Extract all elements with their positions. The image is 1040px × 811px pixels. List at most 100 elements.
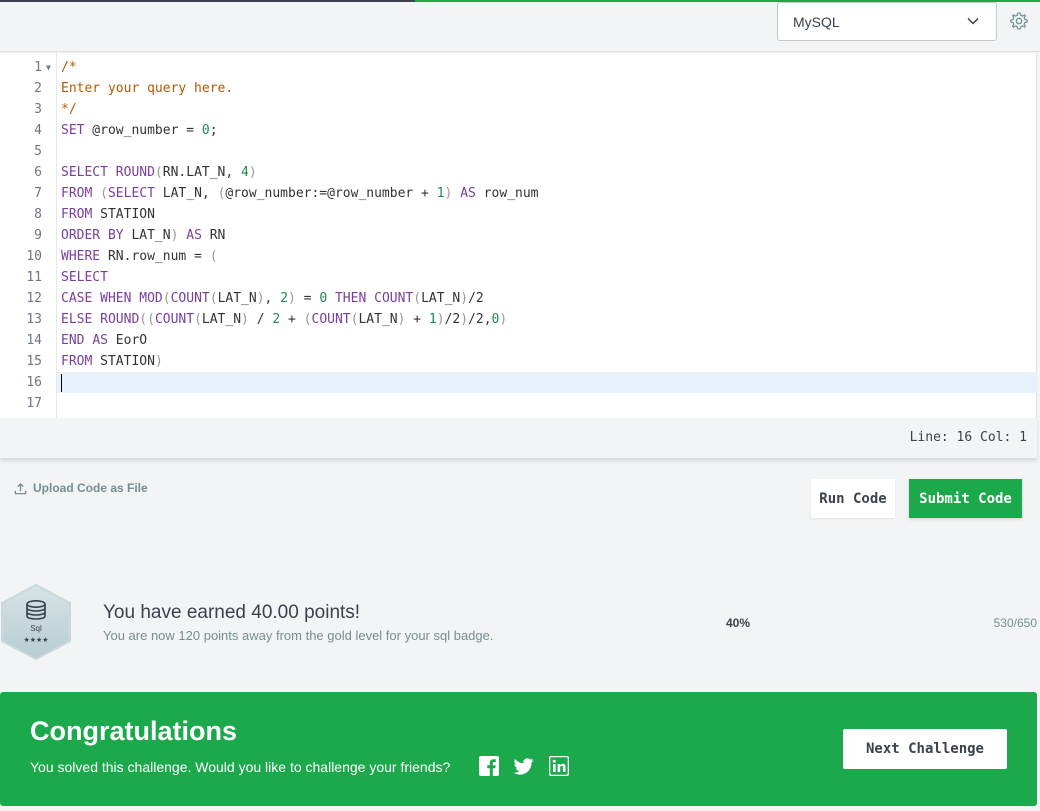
code-token: ; <box>209 123 218 138</box>
code-token: ROUND <box>115 165 155 180</box>
code-line-text: SELECT ROUND(RN.LAT_N, 4) <box>57 165 257 180</box>
line-number: 15 <box>26 354 42 369</box>
code-token: LAT_N <box>217 291 257 306</box>
code-token: ( <box>100 186 108 201</box>
code-token: COUNT <box>170 291 210 306</box>
points-away-subtitle: You are now 120 points away from the gol… <box>103 628 494 643</box>
code-line[interactable]: 17 <box>26 393 1037 414</box>
line-number: 1 <box>34 60 42 75</box>
code-token: / <box>248 312 273 327</box>
line-number: 16 <box>26 375 42 390</box>
code-token: + <box>280 312 304 327</box>
code-token: AS <box>186 228 202 243</box>
code-editor[interactable]: 1 ▼ /* 2 Enter your query here. 3 */ 4 SET @row_… <box>0 53 1037 418</box>
code-token: ORDER BY <box>61 228 124 243</box>
code-token: FROM <box>61 207 93 222</box>
code-token: 1 <box>428 312 437 327</box>
congratulations-banner: Congratulations You solved this challeng… <box>0 692 1037 806</box>
code-token: RN <box>201 228 226 243</box>
submit-code-button[interactable]: Submit Code <box>909 479 1022 518</box>
next-challenge-button[interactable]: Next Challenge <box>843 729 1007 769</box>
code-token: (( <box>139 312 155 327</box>
code-token: ) <box>154 354 163 369</box>
code-token: /2 <box>444 312 461 327</box>
code-token: END <box>61 333 85 348</box>
code-line-text: SELECT <box>57 270 108 285</box>
facebook-icon[interactable] <box>479 756 499 776</box>
code-token: /2 <box>468 291 484 306</box>
code-token: ) <box>460 312 469 327</box>
code-token: ) <box>241 312 249 327</box>
code-token: LAT_N <box>358 312 398 327</box>
code-token: ) <box>288 291 296 306</box>
editor-toolbar: MySQL <box>0 2 1040 52</box>
code-token: SET <box>61 123 85 138</box>
code-token: ) <box>499 312 508 327</box>
code-line-text: CASE WHEN MOD(COUNT(LAT_N), 2) = 0 THEN … <box>57 291 484 306</box>
line-number: 7 <box>34 186 42 201</box>
code-token: ( <box>162 291 171 306</box>
code-line[interactable]: 14 END AS EorO <box>26 330 1037 351</box>
code-token: CASE WHEN <box>61 291 132 306</box>
cursor-position: Line: 16 Col: 1 <box>909 430 1027 445</box>
line-number: 9 <box>34 228 42 243</box>
chevron-down-icon <box>967 17 979 25</box>
line-number: 8 <box>34 207 42 222</box>
code-token: RN.LAT_N, <box>162 165 242 180</box>
language-select[interactable]: MySQL <box>777 2 997 41</box>
code-token: ) <box>460 291 469 306</box>
code-token: SELECT <box>61 270 108 285</box>
code-line[interactable]: 4 SET @row_number = 0; <box>34 120 1037 141</box>
code-line[interactable]: 1 ▼ /* <box>34 57 1037 78</box>
badge-name: Sql <box>30 624 42 633</box>
code-token: Enter your query here. <box>61 81 234 96</box>
line-number: 11 <box>26 270 42 285</box>
code-line[interactable]: 10 WHERE RN.row_num = ( <box>26 246 1037 267</box>
code-token: 0 <box>201 123 210 138</box>
challenge-friends-message: You solved this challenge. Would you lik… <box>30 759 451 775</box>
code-token: ( <box>303 312 312 327</box>
code-line[interactable]: 8 FROM STATION <box>34 204 1037 225</box>
code-line[interactable]: 11 SELECT <box>26 267 1037 288</box>
code-line[interactable]: 7 FROM (SELECT LAT_N, (@row_number:=@row_… <box>34 183 1037 204</box>
code-token: ( <box>154 165 163 180</box>
code-token: WHERE <box>61 249 101 264</box>
gear-icon[interactable] <box>1009 11 1029 31</box>
code-token: LAT_N, <box>154 186 218 201</box>
text-cursor <box>61 373 62 392</box>
code-lines[interactable]: 1 ▼ /* 2 Enter your query here. 3 */ 4 SET @row_… <box>26 57 1037 414</box>
code-line[interactable]: 5 <box>34 141 1037 162</box>
code-line[interactable]: 9 ORDER BY LAT_N) AS RN <box>34 225 1037 246</box>
fold-arrow-icon[interactable]: ▼ <box>46 57 51 78</box>
twitter-icon[interactable] <box>514 756 534 776</box>
congratulations-title: Congratulations <box>30 716 237 746</box>
code-token: COUNT <box>311 312 351 327</box>
code-line[interactable]: 12 CASE WHEN MOD(COUNT(LAT_N), 2) = 0 THE… <box>26 288 1037 309</box>
linkedin-icon[interactable] <box>549 756 569 776</box>
code-line[interactable]: 2 Enter your query here. <box>34 78 1037 99</box>
code-token: /* <box>61 60 77 75</box>
code-token: ( <box>209 291 218 306</box>
code-line[interactable]: 6 SELECT ROUND(RN.LAT_N, 4) <box>34 162 1037 183</box>
line-number: 14 <box>26 333 42 348</box>
code-token: 2 <box>272 312 281 327</box>
code-line[interactable]: 16 <box>26 372 1037 393</box>
code-token: AS <box>460 186 476 201</box>
code-token: FROM <box>61 354 93 369</box>
code-line[interactable]: 15 FROM STATION) <box>26 351 1037 372</box>
code-token: 4 <box>241 165 249 180</box>
code-token: SELECT <box>107 186 155 201</box>
upload-code-link[interactable]: Upload Code as File <box>14 481 148 495</box>
code-line-text: /* <box>57 60 77 75</box>
code-token: LAT_N <box>123 228 171 243</box>
line-number: 17 <box>26 396 42 411</box>
code-line[interactable]: 13 ELSE ROUND((COUNT(LAT_N) / 2 + (COUNT(… <box>26 309 1037 330</box>
code-token: STATION <box>92 207 155 222</box>
code-line[interactable]: 3 */ <box>34 99 1037 120</box>
upload-icon <box>14 482 27 494</box>
run-code-button[interactable]: Run Code <box>811 479 895 518</box>
progress-score: 530/650 <box>993 616 1037 630</box>
